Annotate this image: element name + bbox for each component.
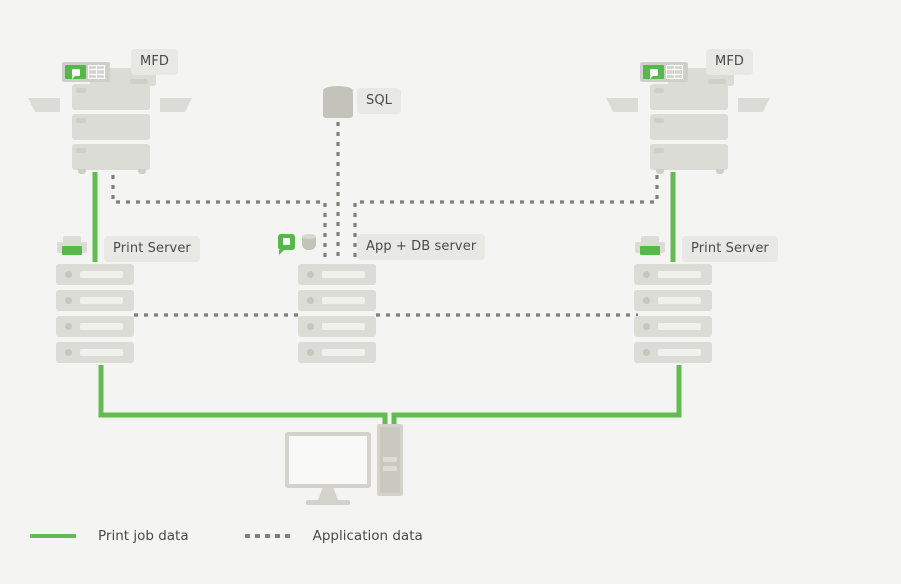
mfd-left-drawer-2 [72, 114, 150, 140]
mfd-left-tray-left [28, 98, 60, 112]
rack-unit [634, 264, 712, 285]
monitor-icon[interactable] [285, 432, 371, 505]
database-cylinder-icon[interactable] [323, 86, 353, 122]
monitor-stand-base [306, 500, 350, 505]
legend-label: Print job data [98, 528, 189, 544]
mfd-right-label: MFD [706, 49, 754, 75]
pc-tower-icon[interactable] [377, 424, 403, 496]
rack-unit [298, 264, 376, 285]
pc-tower-case [377, 424, 403, 496]
legend: Print job data Application data [30, 528, 423, 544]
print-server-left-label: Print Server [104, 236, 200, 262]
architecture-diagram: MFD MFD SQL Print Server Print Server Ap… [0, 0, 901, 584]
app-db-server[interactable] [298, 264, 376, 363]
dotted-line-icon [244, 534, 291, 538]
mfd-left-tray-right [160, 98, 192, 112]
rack-unit [634, 342, 712, 363]
print-server-left[interactable] [56, 264, 134, 363]
print-server-right-label: Print Server [682, 236, 778, 262]
mfd-left-label: MFD [131, 49, 179, 75]
sql-label: SQL [357, 88, 402, 114]
rack-unit [298, 342, 376, 363]
mfd-left[interactable] [28, 62, 192, 174]
mfd-left-foot-left [78, 169, 86, 174]
papercut-p-icon [643, 65, 664, 79]
mfd-right-tray-left [606, 98, 638, 112]
monitor-screen [285, 432, 371, 488]
mfd-left-control-panel[interactable] [62, 62, 110, 82]
rack-unit [634, 316, 712, 337]
rack-unit [298, 290, 376, 311]
mfd-right-drawer-1 [650, 84, 728, 110]
papercut-bubble-icon [278, 234, 295, 255]
rack-unit [56, 290, 134, 311]
legend-item-application-data: Application data [244, 528, 423, 544]
printer-icon [57, 236, 87, 258]
mfd-right[interactable] [606, 62, 770, 174]
rack-unit [56, 316, 134, 337]
mfd-right-drawer-3 [650, 144, 728, 170]
database-cylinder-icon [302, 234, 316, 251]
rack-unit [298, 316, 376, 337]
mfd-right-drawer-2 [650, 114, 728, 140]
mfd-left-foot-right [138, 169, 146, 174]
papercut-p-icon [65, 65, 86, 79]
printer-icon [635, 236, 665, 258]
rack-unit [634, 290, 712, 311]
mfd-left-drawer-3 [72, 144, 150, 170]
app-db-server-icons [278, 234, 316, 255]
legend-item-print-job-data: Print job data [30, 528, 189, 544]
mfd-right-tray-right [738, 98, 770, 112]
solid-line-icon [30, 534, 76, 538]
print-server-right[interactable] [634, 264, 712, 363]
mfd-right-foot-left [656, 169, 664, 174]
app-db-server-label: App + DB server [357, 234, 486, 260]
mfd-left-drawer-1 [72, 84, 150, 110]
mfd-right-control-panel[interactable] [640, 62, 688, 82]
monitor-stand-neck [318, 488, 338, 500]
rack-unit [56, 342, 134, 363]
mfd-right-foot-right [716, 169, 724, 174]
legend-label: Application data [312, 528, 423, 544]
keypad-icon [666, 65, 683, 79]
rack-unit [56, 264, 134, 285]
keypad-icon [88, 65, 105, 79]
